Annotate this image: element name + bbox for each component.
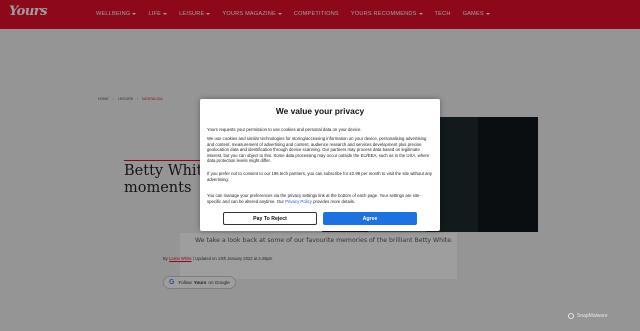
consent-paragraph-2: We use cookies and similar technologies … xyxy=(207,136,430,164)
watermark-badge: SnapMalware xyxy=(568,313,608,319)
badge-label: SnapMalware xyxy=(577,313,608,319)
consent-dialog: We value your privacy Yours requests you… xyxy=(200,99,440,231)
badge-icon xyxy=(568,313,574,319)
pay-to-reject-button[interactable]: Pay To Reject xyxy=(223,212,317,225)
consent-p4-text-end: provides more details. xyxy=(313,198,356,204)
agree-button[interactable]: Agree xyxy=(323,212,417,225)
consent-paragraph-1: Yours requests your permission to use co… xyxy=(207,127,362,132)
consent-title: We value your privacy xyxy=(275,106,365,116)
consent-paragraph-3: If you prefer not to consent to our 196 … xyxy=(207,171,432,182)
consent-paragraph-4: You can manage your preferences via the … xyxy=(207,193,433,204)
privacy-policy-link[interactable]: Privacy Policy xyxy=(285,199,312,204)
